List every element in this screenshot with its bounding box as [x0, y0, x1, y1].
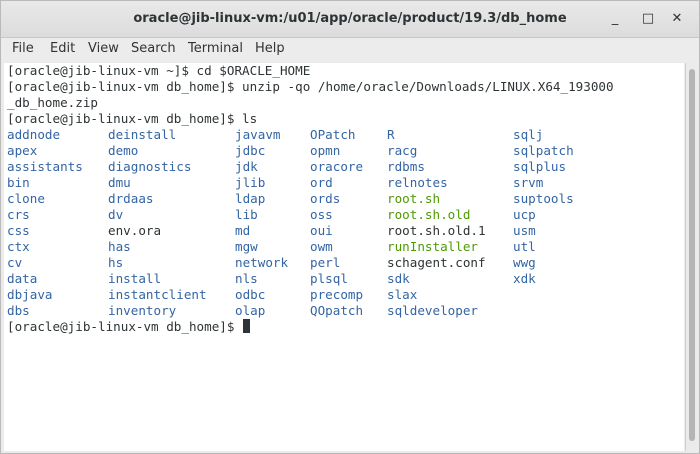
ls-entry: ords	[310, 191, 341, 206]
ls-entry: clone	[7, 191, 45, 206]
ls-entry: plsql	[310, 271, 348, 286]
menu-help[interactable]: Help	[255, 41, 285, 56]
ls-entry: dmu	[108, 175, 131, 190]
ls-entry: root.sh	[387, 191, 441, 206]
ls-entry: inventory	[108, 303, 177, 318]
ls-entry: root.sh.old.1	[387, 223, 486, 238]
ls-entry: nls	[235, 271, 258, 286]
ls-entry: instantclient	[108, 287, 207, 302]
ls-entry: sqlj	[513, 127, 544, 142]
ls-entry: jdbc	[235, 143, 266, 158]
ls-entry: root.sh.old	[387, 207, 471, 222]
ls-entry: utl	[513, 239, 536, 254]
ls-entry: sdk	[387, 271, 410, 286]
ls-entry: cv	[7, 255, 23, 270]
ls-entry: oui	[310, 223, 333, 238]
ls-entry: css	[7, 223, 30, 238]
ls-entry: dbs	[7, 303, 30, 318]
ls-entry: dbjava	[7, 287, 53, 302]
ls-entry: xdk	[513, 271, 536, 286]
ls-entry: mgw	[235, 239, 258, 254]
prompt-line[interactable]: [oracle@jib-linux-vm db_home]$	[7, 319, 251, 335]
ls-entry: md	[235, 223, 251, 238]
maximize-icon[interactable]: □	[638, 9, 658, 29]
ls-entry: jlib	[235, 175, 266, 190]
ls-entry: oracore	[310, 159, 364, 174]
ls-entry: addnode	[7, 127, 61, 142]
ls-entry: relnotes	[387, 175, 448, 190]
ls-entry: suptools	[513, 191, 574, 206]
ls-entry: owm	[310, 239, 333, 254]
ls-entry: lib	[235, 207, 258, 222]
ls-entry: oss	[310, 207, 333, 222]
ls-entry: javavm	[235, 127, 281, 142]
ls-entry: schagent.conf	[387, 255, 486, 270]
command-line: [oracle@jib-linux-vm db_home]$ ls	[7, 111, 258, 126]
ls-entry: network	[235, 255, 289, 270]
ls-entry: demo	[108, 143, 139, 158]
ls-entry: racg	[387, 143, 418, 158]
ls-entry: data	[7, 271, 38, 286]
ls-entry: install	[108, 271, 162, 286]
ls-entry: precomp	[310, 287, 364, 302]
ls-entry: env.ora	[108, 223, 162, 238]
menu-terminal[interactable]: Terminal	[188, 41, 243, 56]
ls-entry: srvm	[513, 175, 544, 190]
ls-entry: OPatch	[310, 127, 356, 142]
ls-entry: odbc	[235, 287, 266, 302]
ls-entry: rdbms	[387, 159, 425, 174]
ls-entry: R	[387, 127, 395, 142]
ls-entry: perl	[310, 255, 341, 270]
ls-entry: wwg	[513, 255, 536, 270]
menu-bar: File Edit View Search Terminal Help	[1, 38, 699, 62]
ls-entry: bin	[7, 175, 30, 190]
ls-entry: ucp	[513, 207, 536, 222]
menu-file[interactable]: File	[12, 41, 34, 56]
window-title: oracle@jib-linux-vm:/u01/app/oracle/prod…	[133, 11, 567, 26]
ls-entry: crs	[7, 207, 30, 222]
minimize-icon[interactable]: _	[605, 9, 625, 29]
ls-entry: olap	[235, 303, 266, 318]
ls-entry: apex	[7, 143, 38, 158]
ls-entry: usm	[513, 223, 536, 238]
close-icon[interactable]: ✕	[667, 9, 687, 29]
text-cursor	[243, 319, 251, 333]
menu-search[interactable]: Search	[131, 41, 176, 56]
scrollbar-thumb[interactable]	[689, 69, 695, 441]
ls-entry: hs	[108, 255, 124, 270]
menu-edit[interactable]: Edit	[50, 41, 75, 56]
ls-entry: ldap	[235, 191, 266, 206]
scrollbar[interactable]	[685, 63, 699, 451]
ls-entry: slax	[387, 287, 418, 302]
command-line: [oracle@jib-linux-vm ~]$ cd $ORACLE_HOME	[7, 63, 311, 78]
prompt-text: [oracle@jib-linux-vm db_home]$	[7, 319, 243, 334]
ls-entry: diagnostics	[108, 159, 192, 174]
ls-entry: opmn	[310, 143, 341, 158]
ls-entry: jdk	[235, 159, 258, 174]
ls-entry: drdaas	[108, 191, 154, 206]
terminal-window: oracle@jib-linux-vm:/u01/app/oracle/prod…	[0, 0, 700, 454]
ls-entry: assistants	[7, 159, 83, 174]
ls-entry: ord	[310, 175, 333, 190]
ls-entry: sqlplus	[513, 159, 567, 174]
menu-view[interactable]: View	[88, 41, 119, 56]
ls-entry: sqldeveloper	[387, 303, 478, 318]
title-bar[interactable]: oracle@jib-linux-vm:/u01/app/oracle/prod…	[1, 1, 699, 38]
ls-entry: dv	[108, 207, 124, 222]
command-line: [oracle@jib-linux-vm db_home]$ unzip -qo…	[7, 79, 614, 94]
ls-entry: has	[108, 239, 131, 254]
ls-entry: ctx	[7, 239, 30, 254]
ls-entry: runInstaller	[387, 239, 478, 254]
ls-entry: deinstall	[108, 127, 177, 142]
command-line: _db_home.zip	[7, 95, 98, 110]
terminal-output[interactable]: [oracle@jib-linux-vm ~]$ cd $ORACLE_HOME…	[4, 63, 684, 451]
ls-entry: QOpatch	[310, 303, 364, 318]
ls-entry: sqlpatch	[513, 143, 574, 158]
